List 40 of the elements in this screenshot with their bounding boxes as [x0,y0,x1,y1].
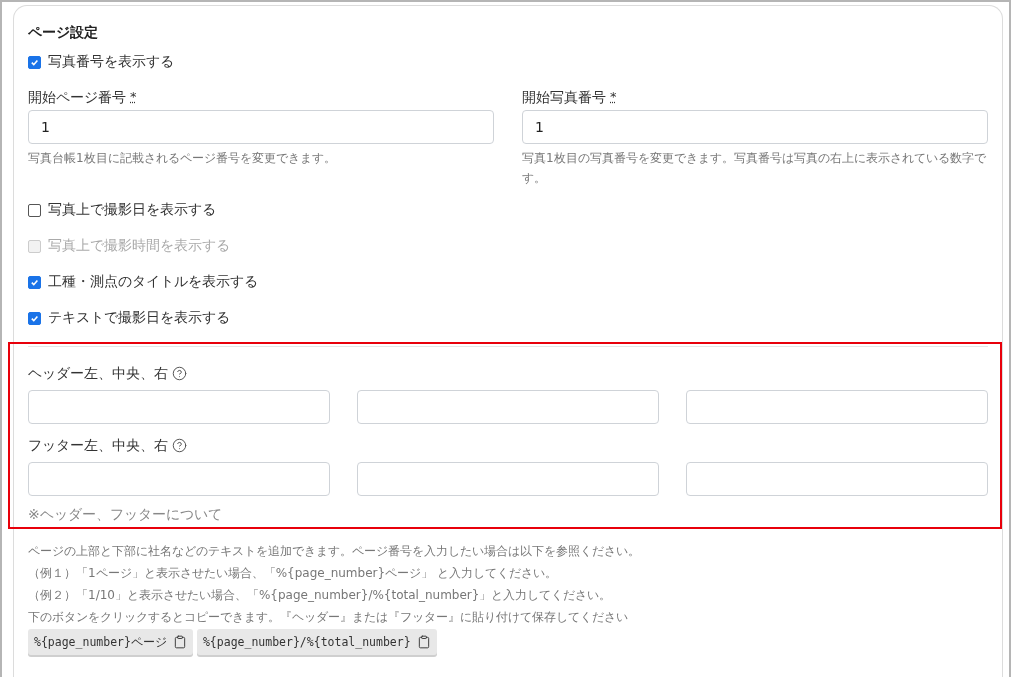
checkbox[interactable] [28,275,41,289]
checkbox[interactable] [28,311,41,325]
help-text: 写真台帳1枚目に記載されるページ番号を変更できます。 [28,150,337,167]
checkbox[interactable] [28,55,41,69]
text-input[interactable] [28,462,330,496]
text-input[interactable] [686,462,988,496]
checkbox-label: 工種・測点のタイトルを表示する [48,273,258,291]
checkbox[interactable] [28,203,41,217]
field-label: 開始写真番号 [522,88,606,107]
required-mark: * [130,88,137,106]
number-input[interactable]: 1 [28,110,494,144]
text-input[interactable] [686,390,988,424]
checkmark-icon [30,57,39,67]
clipboard-icon [172,635,187,649]
note-text: 下のボタンをクリックするとコピーできます。『ヘッダー』または『フッター』に貼り付けて保存してください [28,609,629,626]
checkbox-label: 写真上で撮影時間を表示する [48,237,230,255]
note-text: （例２）「1/10」と表示させたい場合、「%{page_number}/%{total_number}」と入力してください。 [28,587,613,604]
text-input[interactable] [357,390,659,424]
note-text: ページの上部と下部に社名などのテキストを追加できます。ページ番号を入力したい場合は以下を参照ください。 [28,543,641,560]
checkbox-label: 写真上で撮影日を表示する [48,201,216,219]
number-input[interactable]: 1 [522,110,988,144]
help-icon[interactable] [172,365,187,381]
field-label: フッター左、中央、右 [28,436,168,455]
checkmark-icon [30,313,39,323]
field-label: 開始ページ番号 [28,88,126,107]
note-text: （例１）「1ページ」と表示させたい場合、「%{page_number}ページ」 と入力してください。 [28,565,558,582]
section-title: ページ設定 [28,23,99,42]
text-input[interactable] [28,390,330,424]
clipboard-icon [416,635,431,649]
copy-button[interactable]: %{page_number}ページ [28,629,193,655]
note-heading: ※ヘッダー、フッターについて [28,505,223,524]
copy-button[interactable]: %{page_number}/%{total_number} [196,629,437,655]
required-mark: * [610,88,617,106]
field-label: ヘッダー左、中央、右 [28,364,168,383]
checkbox-label: 写真番号を表示する [48,53,174,71]
help-text: 写真1枚目の写真番号を変更できます。写真番号は写真の右上に表示されている数字です。 [522,150,987,187]
checkmark-icon [30,277,39,287]
text-input[interactable] [357,462,659,496]
help-icon[interactable] [172,437,187,453]
checkbox-label: テキストで撮影日を表示する [48,309,230,327]
